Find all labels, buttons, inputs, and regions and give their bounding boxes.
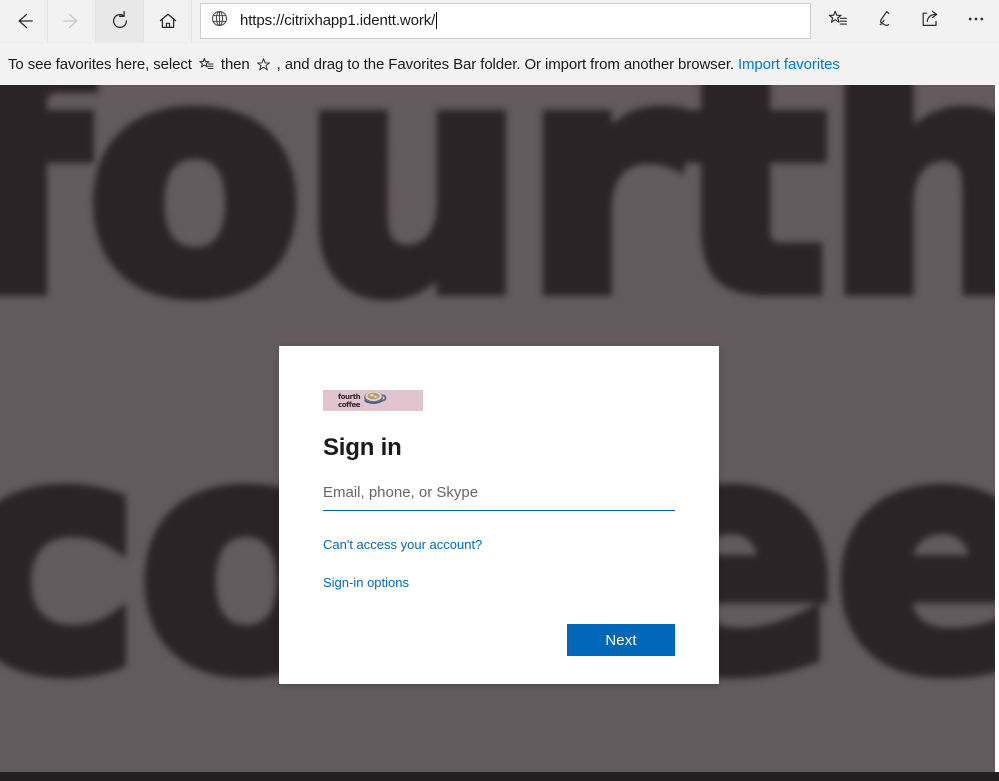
background-wordmark-line1: fourth bbox=[0, 85, 999, 364]
import-favorites-link[interactable]: Import favorites bbox=[738, 56, 840, 73]
page-bottom-band bbox=[0, 772, 999, 781]
text-caret bbox=[436, 12, 438, 29]
browser-chrome: https://citrixhapp1.identt.work/ To see … bbox=[0, 0, 999, 85]
ellipsis-icon bbox=[965, 8, 987, 35]
coffee-cup-icon bbox=[361, 390, 388, 411]
home-icon bbox=[157, 10, 179, 32]
cant-access-account-link[interactable]: Can't access your account? bbox=[323, 537, 482, 552]
back-button[interactable] bbox=[0, 0, 48, 42]
brand-logo: fourth coffee bbox=[323, 390, 423, 411]
signin-dialog: fourth coffee Sign in Can't access your … bbox=[279, 346, 719, 684]
globe-icon bbox=[211, 10, 228, 32]
refresh-button[interactable] bbox=[96, 0, 144, 42]
refresh-icon bbox=[109, 10, 131, 32]
share-icon bbox=[919, 8, 941, 35]
favorites-bar: To see favorites here, select then , and… bbox=[0, 42, 999, 85]
favorites-hint-text-3: , and drag to the Favorites Bar folder. … bbox=[276, 55, 734, 73]
more-button[interactable] bbox=[953, 0, 999, 42]
cant-access-row: Can't access your account? bbox=[323, 536, 675, 554]
star-icon bbox=[256, 57, 271, 72]
page-right-edge bbox=[995, 85, 999, 781]
star-list-icon bbox=[827, 8, 849, 35]
address-bar[interactable]: https://citrixhapp1.identt.work/ bbox=[200, 2, 811, 39]
toolbar-actions bbox=[815, 0, 999, 42]
address-bar-container: https://citrixhapp1.identt.work/ bbox=[192, 0, 815, 42]
forward-arrow-icon bbox=[61, 10, 83, 32]
home-button[interactable] bbox=[144, 0, 192, 42]
favorites-hub-button[interactable] bbox=[815, 0, 861, 42]
pen-icon bbox=[873, 8, 895, 35]
page-content: fourth coffee fourth coffee bbox=[0, 85, 999, 781]
page-title: Sign in bbox=[323, 434, 402, 461]
next-button[interactable]: Next bbox=[567, 624, 675, 656]
back-arrow-icon bbox=[13, 10, 35, 32]
url-text: https://citrixhapp1.identt.work/ bbox=[240, 12, 436, 29]
email-input[interactable] bbox=[323, 479, 675, 511]
favorites-hint-text-1: To see favorites here, select bbox=[8, 55, 192, 73]
star-list-icon bbox=[198, 56, 215, 73]
share-button[interactable] bbox=[907, 0, 953, 42]
browser-toolbar: https://citrixhapp1.identt.work/ bbox=[0, 0, 999, 42]
brand-wordmark: fourth coffee bbox=[338, 392, 361, 409]
web-notes-button[interactable] bbox=[861, 0, 907, 42]
brand-word-top: fourth bbox=[338, 392, 361, 401]
signin-options-link[interactable]: Sign-in options bbox=[323, 575, 409, 590]
action-row: Next bbox=[323, 624, 675, 656]
signin-options-row: Sign-in options bbox=[323, 574, 675, 592]
favorites-hint-text-2: then bbox=[220, 55, 250, 73]
brand-word-bottom: coffee bbox=[338, 400, 361, 409]
forward-button[interactable] bbox=[48, 0, 96, 42]
